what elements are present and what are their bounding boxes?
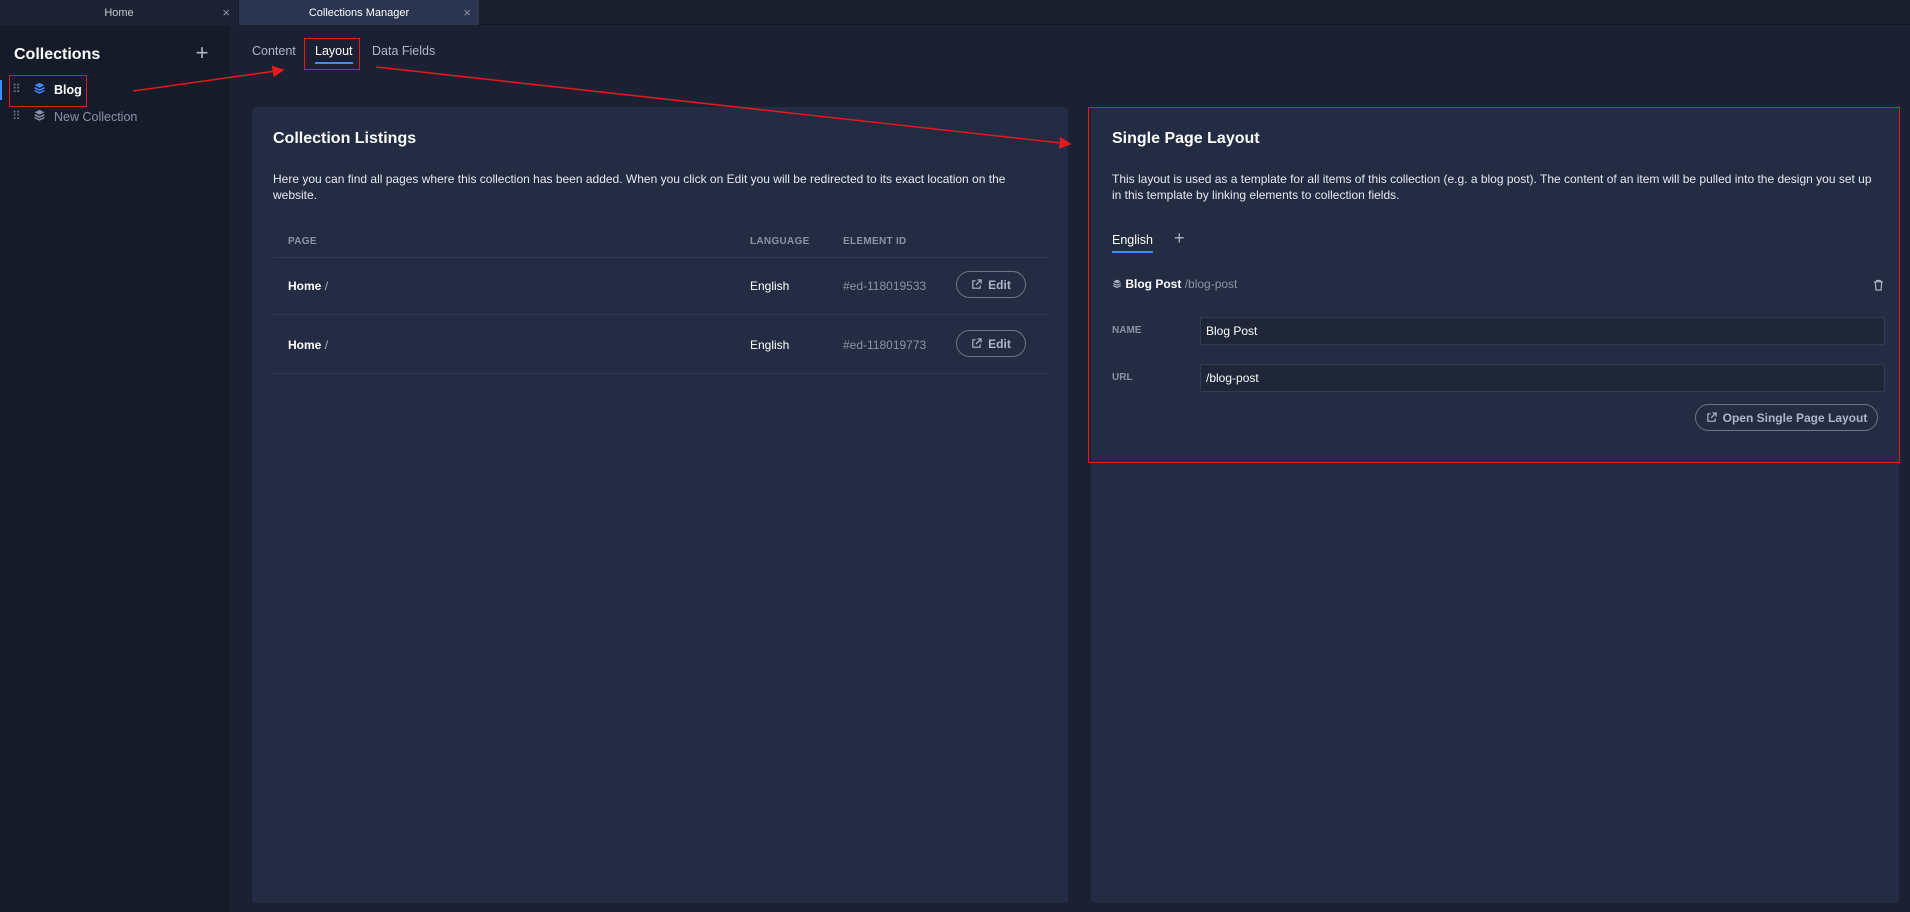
window-tab-home-label: Home xyxy=(104,6,134,19)
table-cell-page: Home / xyxy=(288,338,329,352)
collection-listings-panel: Collection Listings Here you can find al… xyxy=(252,107,1068,903)
tab-data-fields-label: Data Fields xyxy=(372,44,436,58)
table-cell-element-id: #ed-118019533 xyxy=(843,279,927,293)
column-header-page: PAGE xyxy=(288,236,317,247)
edit-button-label: Edit xyxy=(988,277,1011,292)
drag-handle-icon[interactable]: ⠿ xyxy=(12,109,21,123)
add-collection-button[interactable]: + xyxy=(193,42,211,64)
collections-sidebar: Collections + ⠿ Blog ⠿ New Collection xyxy=(0,26,230,912)
table-divider xyxy=(273,373,1049,374)
table-cell-language: English xyxy=(750,338,790,352)
table-divider xyxy=(273,257,1049,258)
window-tab-bar: Home × Collections Manager × xyxy=(0,0,1910,25)
panel-title: Collection Listings xyxy=(273,130,417,147)
window-tab-collections-manager-label: Collections Manager xyxy=(308,6,410,19)
window-tab-home[interactable]: Home × xyxy=(0,0,238,25)
table-cell-language: English xyxy=(750,279,790,293)
annotation-box-layout-tab xyxy=(304,38,360,70)
close-icon[interactable]: × xyxy=(222,5,230,20)
table-cell-page: Home / xyxy=(288,279,329,293)
tab-content[interactable]: Content xyxy=(252,44,296,58)
tab-data-fields[interactable]: Data Fields xyxy=(372,44,435,58)
sidebar-title: Collections xyxy=(14,46,101,63)
table-cell-element-id: #ed-118019773 xyxy=(843,338,927,352)
annotation-box-single-page-layout xyxy=(1088,107,1900,463)
panel-description: Here you can find all pages where this c… xyxy=(273,172,1006,202)
tab-content-label: Content xyxy=(252,44,296,58)
active-indicator xyxy=(0,80,2,100)
table-divider xyxy=(273,314,1049,315)
edit-button[interactable]: Edit xyxy=(956,330,1026,357)
sidebar-item-new-collection[interactable]: ⠿ New Collection xyxy=(0,105,230,129)
close-icon[interactable]: × xyxy=(463,5,471,20)
window-tab-collections-manager[interactable]: Collections Manager × xyxy=(239,0,479,25)
edit-button-label: Edit xyxy=(988,336,1011,351)
column-header-element-id: ELEMENT ID xyxy=(843,236,907,247)
external-link-icon xyxy=(972,279,982,289)
annotation-box-blog xyxy=(9,75,87,107)
column-header-language: LANGUAGE xyxy=(750,236,810,247)
edit-button[interactable]: Edit xyxy=(956,271,1026,298)
external-link-icon xyxy=(972,338,982,348)
collection-icon xyxy=(33,109,46,125)
sidebar-item-label: New Collection xyxy=(54,110,138,124)
